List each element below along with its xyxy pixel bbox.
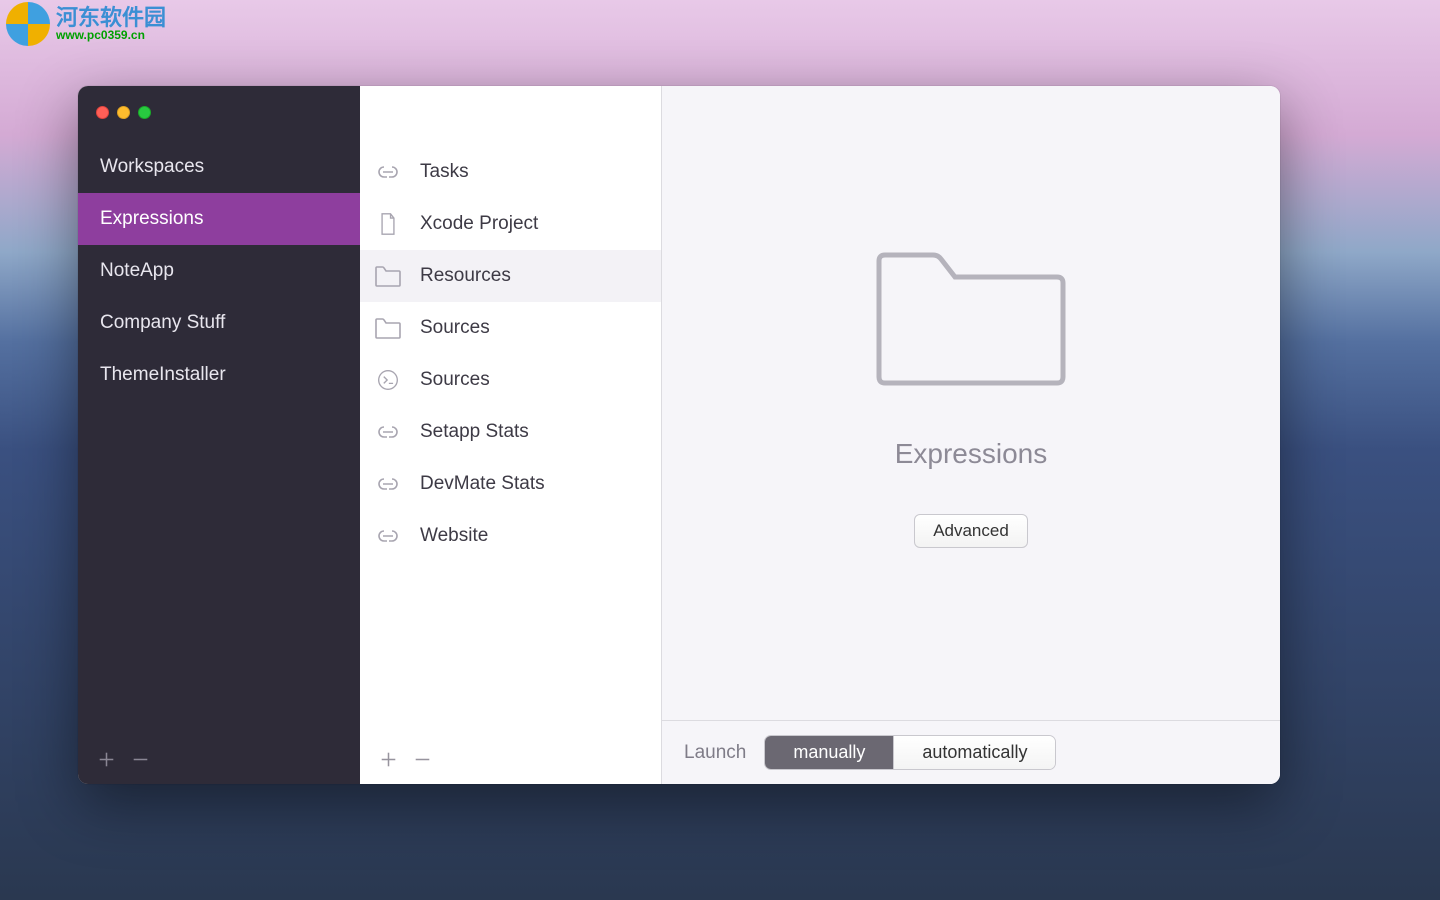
items-add-button[interactable]	[378, 749, 398, 769]
sidebar: WorkspacesExpressionsNoteAppCompany Stuf…	[78, 86, 360, 784]
item-label: Sources	[420, 317, 490, 339]
item-row-devmate-stats[interactable]: DevMate Stats	[360, 458, 661, 510]
item-row-xcode-project[interactable]: Xcode Project	[360, 198, 661, 250]
sidebar-footer	[78, 734, 360, 784]
sidebar-item-expressions[interactable]: Expressions	[78, 193, 360, 245]
advanced-button[interactable]: Advanced	[914, 514, 1028, 548]
launch-label: Launch	[684, 742, 746, 764]
link-icon	[374, 421, 402, 443]
item-label: DevMate Stats	[420, 473, 545, 495]
items-list: Tasks Xcode Project Resources Sources Source…	[360, 86, 661, 734]
link-icon	[374, 473, 402, 495]
item-row-sources[interactable]: Sources	[360, 302, 661, 354]
detail-footer: Launch manually automatically	[662, 720, 1280, 784]
item-label: Tasks	[420, 161, 469, 183]
item-label: Website	[420, 525, 488, 547]
item-label: Sources	[420, 369, 490, 391]
zoom-window-button[interactable]	[138, 106, 151, 119]
items-panel: Tasks Xcode Project Resources Sources Source…	[360, 86, 662, 784]
launch-mode-segmented: manually automatically	[764, 735, 1056, 770]
item-row-tasks[interactable]: Tasks	[360, 146, 661, 198]
link-icon	[374, 161, 402, 183]
sidebar-remove-button[interactable]	[130, 749, 150, 769]
traffic-lights	[78, 98, 360, 141]
detail-pane: Expressions Advanced Launch manually aut…	[662, 86, 1280, 784]
segment-automatically[interactable]: automatically	[893, 736, 1055, 769]
watermark-title: 河东软件园	[56, 6, 166, 29]
detail-title: Expressions	[895, 438, 1048, 470]
items-footer	[360, 734, 661, 784]
item-row-setapp-stats[interactable]: Setapp Stats	[360, 406, 661, 458]
watermark-logo	[6, 2, 50, 46]
folder-icon	[374, 317, 402, 339]
detail-body: Expressions Advanced	[662, 86, 1280, 720]
folder-icon	[374, 265, 402, 287]
items-remove-button[interactable]	[412, 749, 432, 769]
sidebar-item-company-stuff[interactable]: Company Stuff	[78, 297, 360, 349]
file-icon	[374, 213, 402, 235]
segment-manually[interactable]: manually	[765, 736, 893, 769]
item-label: Xcode Project	[420, 213, 538, 235]
sidebar-item-themeinstaller[interactable]: ThemeInstaller	[78, 349, 360, 401]
item-row-website[interactable]: Website	[360, 510, 661, 562]
item-row-sources[interactable]: Sources	[360, 354, 661, 406]
sidebar-add-button[interactable]	[96, 749, 116, 769]
app-window: WorkspacesExpressionsNoteAppCompany Stuf…	[78, 86, 1280, 784]
link-icon	[374, 525, 402, 547]
close-window-button[interactable]	[96, 106, 109, 119]
sidebar-item-noteapp[interactable]: NoteApp	[78, 245, 360, 297]
sidebar-list: WorkspacesExpressionsNoteAppCompany Stuf…	[78, 141, 360, 734]
item-row-resources[interactable]: Resources	[360, 250, 661, 302]
item-label: Setapp Stats	[420, 421, 529, 443]
item-label: Resources	[420, 265, 511, 287]
folder-large-icon	[871, 229, 1071, 394]
minimize-window-button[interactable]	[117, 106, 130, 119]
watermark-text: 河东软件园 www.pc0359.cn	[56, 6, 166, 42]
terminal-icon	[374, 369, 402, 391]
watermark: 河东软件园 www.pc0359.cn	[6, 2, 166, 46]
sidebar-item-workspaces[interactable]: Workspaces	[78, 141, 360, 193]
watermark-url: www.pc0359.cn	[56, 29, 166, 42]
